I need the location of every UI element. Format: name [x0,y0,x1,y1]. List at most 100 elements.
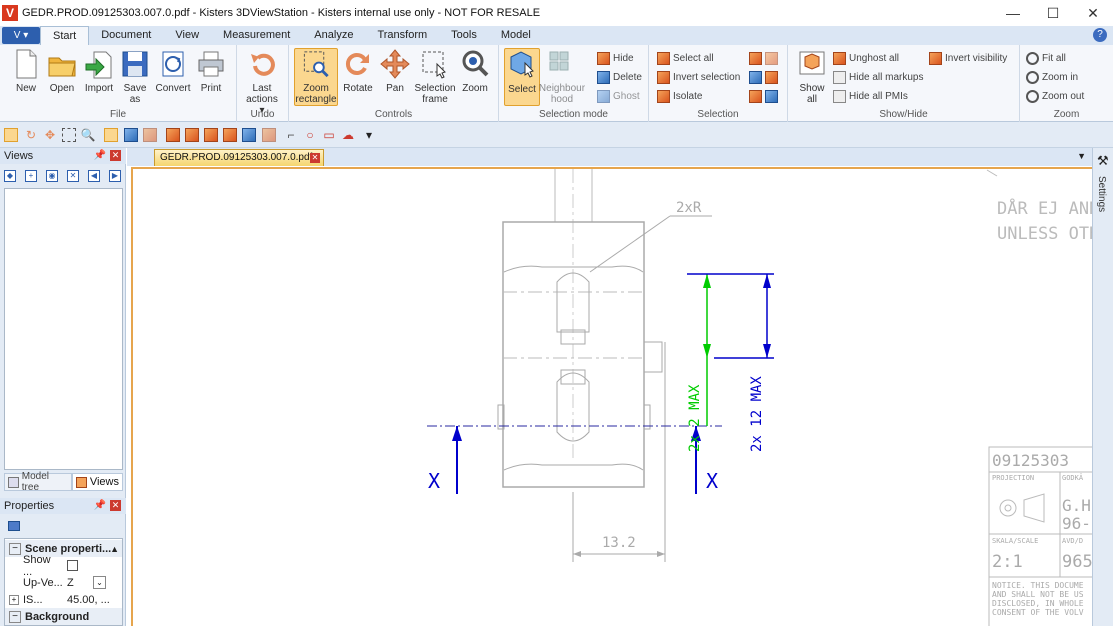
qat-selection-frame-icon[interactable] [62,128,76,142]
tab-tools[interactable]: Tools [439,26,489,45]
view-home-icon[interactable]: ◆ [4,170,16,182]
invert-selection-button[interactable]: Invert selection [657,68,740,86]
qat-select-all-icon[interactable] [166,128,180,142]
settings-panel[interactable]: ⚒ Settings [1092,148,1113,626]
tab-document[interactable]: Document [89,26,163,45]
qat-delete-icon[interactable] [242,128,256,142]
open-button[interactable]: Open [44,48,80,94]
view-camera-icon[interactable]: ◉ [46,170,58,182]
qat-neighbourhood-icon[interactable] [124,128,138,142]
properties-pin-icon[interactable]: 📌 [94,498,106,514]
qat-measure-icon[interactable]: ⌐ [284,128,298,142]
up-vector-value[interactable]: Z [67,577,93,589]
view-prev-icon[interactable]: ◀ [88,170,100,182]
new-button[interactable]: New [8,48,44,94]
qat-pan-icon[interactable]: ✥ [43,128,57,142]
expand-icon[interactable]: + [9,594,19,605]
tools-icon[interactable]: ⚒ [1097,153,1109,169]
view-delete-icon[interactable]: ✕ [67,170,79,182]
tab-analyze[interactable]: Analyze [302,26,365,45]
up-vector-dropdown-icon[interactable]: ⌄ [93,576,106,589]
help-icon[interactable]: ? [1093,28,1107,42]
select-all-button[interactable]: Select all [657,49,714,67]
app-menu-button[interactable]: V ▾ [2,27,40,44]
show-all-button[interactable]: Show all [794,48,830,105]
zoom-out-button[interactable]: Zoom out [1026,87,1084,105]
print-button[interactable]: Print [193,48,229,94]
last-actions-button[interactable]: Last actions ▾ [244,48,280,116]
view-next-icon[interactable]: ▶ [109,170,121,182]
neighbourhood-button[interactable]: Neighbour hood [539,48,585,105]
import-button[interactable]: Import [81,48,117,94]
pan-button[interactable]: Pan [377,48,413,94]
qat-rectangle-icon[interactable]: ▭ [322,128,336,142]
tab-measurement[interactable]: Measurement [211,26,302,45]
selection-extra-2-button[interactable] [749,68,781,86]
scroll-up-icon[interactable]: ▲ [110,544,119,554]
hide-button[interactable]: Hide [597,49,634,67]
maximize-button[interactable]: ☐ [1033,0,1073,26]
views-list[interactable] [4,188,123,470]
selection-frame-button[interactable]: Selection frame [414,48,456,105]
ghost-button[interactable]: Ghost [597,87,640,105]
document-tab-close-icon[interactable]: ✕ [310,153,320,163]
selection-extra-1-button[interactable] [749,49,781,67]
qat-rotate-icon[interactable]: ↻ [24,128,38,142]
delete-button[interactable]: Delete [597,68,642,86]
qat-ghost-icon[interactable] [143,128,157,142]
hide-all-pmis-button[interactable]: Hide all PMIs [833,87,908,105]
tabs-dropdown-icon[interactable]: ▼ [1077,151,1086,161]
convert-button[interactable]: Convert [155,48,191,94]
iso-value[interactable]: 45.00, ... [67,594,110,606]
group-zoom: Fit all Zoom in Zoom out Zoom [1020,45,1113,122]
zoom-in-button[interactable]: Zoom in [1026,68,1078,86]
hide-all-markups-button[interactable]: Hide all markups [833,68,923,86]
tab-transform[interactable]: Transform [365,26,439,45]
tab-model-tree[interactable]: Model tree [4,471,72,493]
view-add-icon[interactable]: + [25,170,37,182]
drawing-canvas[interactable]: 2xR 2x 2 MAX 2x 12 MAX 13.2 X X DÅR EJ A… [131,167,1092,626]
qat-zoom-icon[interactable]: 🔍 [81,128,96,142]
qat-hide-icon[interactable] [223,128,237,142]
save-as-button[interactable]: Save as [117,48,153,105]
qat-isolate-icon[interactable] [204,128,218,142]
settings-label[interactable]: Settings [1096,176,1107,212]
close-button[interactable]: ✕ [1073,0,1113,26]
tab-views[interactable]: Views [71,473,123,491]
tab-model[interactable]: Model [489,26,543,45]
unghost-all-button[interactable]: Unghost all [833,49,899,67]
invert-visibility-button[interactable]: Invert visibility [929,49,1007,67]
select-button[interactable]: Select [504,48,540,106]
zoom-rectangle-button[interactable]: Zoom rectangle [294,48,338,106]
qat-select-icon[interactable] [104,128,118,142]
views-tab-icon [75,476,87,488]
drawing-label: AVD/D [1062,537,1084,545]
document-tab[interactable]: GEDR.PROD.09125303.007.0.pdf ✕ [154,149,324,166]
qat-unghost-icon[interactable] [262,128,276,142]
minimize-button[interactable]: — [993,0,1033,26]
show-checkbox[interactable] [67,560,78,571]
properties-pane-title: Properties [4,500,55,512]
tab-start[interactable]: Start [40,26,90,45]
fit-all-button[interactable]: Fit all [1026,49,1066,67]
delete-label: Delete [613,71,642,83]
open-label: Open [49,83,75,94]
qat-cloud-icon[interactable]: ☁ [341,128,355,142]
save-icon [122,51,148,77]
tab-view[interactable]: View [163,26,211,45]
qat-invert-selection-icon[interactable] [185,128,199,142]
selection-extra-3-button[interactable] [749,87,781,105]
cube-orange-icon [749,51,762,65]
qat-more-button[interactable]: ▾ [362,128,376,142]
qat-circle-icon[interactable]: ○ [303,128,317,142]
zoom-button[interactable]: Zoom [457,48,493,94]
qat-zoom-rectangle-icon[interactable] [4,128,18,142]
background-row[interactable]: − Background [5,608,122,625]
isolate-button[interactable]: Isolate [657,87,702,105]
properties-close-icon[interactable]: ✕ [110,500,121,511]
views-close-icon[interactable]: ✕ [110,150,121,161]
background-collapse-icon[interactable]: − [9,610,21,623]
pin-icon[interactable]: 📌 [94,148,106,164]
name-label: GODKÄ [1062,474,1084,482]
rotate-button[interactable]: Rotate [340,48,376,94]
